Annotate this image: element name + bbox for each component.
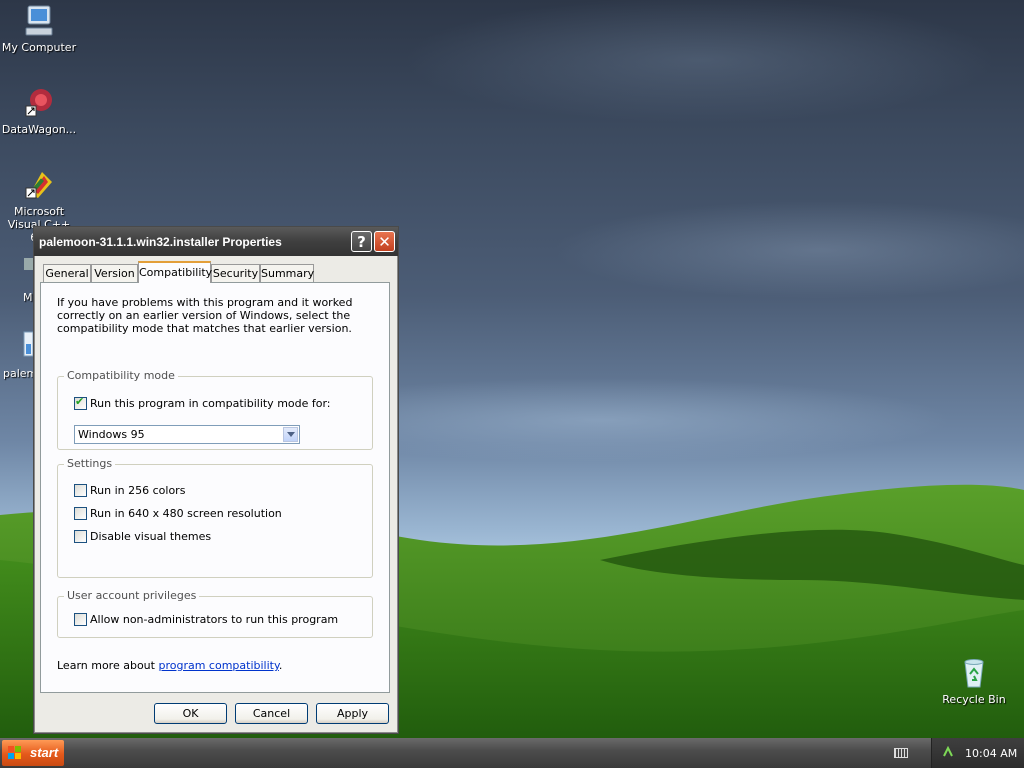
help-button[interactable]: ?: [351, 231, 372, 252]
properties-dialog: palemoon-31.1.1.win32.installer Properti…: [33, 226, 399, 734]
network-icon[interactable]: [942, 746, 954, 758]
desktop-icon-label: DataWagon...: [1, 123, 77, 136]
run-256-colors-label: Run in 256 colors: [90, 484, 186, 497]
desktop-icon-datawagon[interactable]: DataWagon...: [0, 86, 79, 136]
disable-visual-themes-checkbox[interactable]: [74, 530, 87, 543]
learn-more-prefix: Learn more about: [57, 659, 159, 672]
close-button[interactable]: ✕: [374, 231, 395, 252]
compatibility-mode-checkbox[interactable]: [74, 395, 87, 410]
settings-label: Settings: [64, 457, 116, 470]
run-640x480-checkbox[interactable]: [74, 507, 87, 520]
tab-security[interactable]: Security: [211, 264, 260, 282]
keyboard-icon[interactable]: [894, 748, 908, 758]
disable-visual-themes-label: Disable visual themes: [90, 530, 212, 543]
run-256-colors-checkbox[interactable]: [74, 484, 87, 497]
os-version-select[interactable]: Windows 95: [74, 425, 300, 444]
tab-version[interactable]: Version: [91, 264, 138, 282]
desktop-icon-recycle-bin[interactable]: Recycle Bin: [934, 656, 1014, 706]
compatibility-mode-group: Compatibility mode Run this program in c…: [57, 369, 373, 450]
program-compatibility-link[interactable]: program compatibility: [158, 659, 278, 672]
computer-icon: [22, 4, 56, 38]
desktop-icon-label: Recycle Bin: [942, 693, 1006, 706]
desktop-icon-label: My Computer: [1, 41, 77, 54]
settings-group: Settings Run in 256 colors Run in 640 x …: [57, 457, 373, 578]
windows-flag-icon: [8, 746, 21, 759]
dialog-title: palemoon-31.1.1.win32.installer Properti…: [39, 235, 282, 249]
start-button[interactable]: start: [2, 740, 64, 766]
cancel-button[interactable]: Cancel: [235, 703, 308, 724]
tab-compatibility[interactable]: Compatibility: [138, 261, 212, 283]
learn-more-text: Learn more about program compatibility.: [57, 659, 282, 672]
start-label: start: [30, 745, 59, 760]
user-privileges-group: User account privileges Allow non-admini…: [57, 589, 373, 638]
chevron-down-icon[interactable]: [283, 427, 298, 442]
system-tray: 10:04 AM: [931, 738, 1024, 768]
clock[interactable]: 10:04 AM: [965, 747, 1017, 760]
taskbar: start 10:04 AM: [0, 738, 1024, 768]
user-privileges-label: User account privileges: [64, 589, 200, 602]
datawagon-shortcut-icon: [22, 86, 56, 120]
compatibility-mode-label: Compatibility mode: [64, 369, 178, 382]
ok-button[interactable]: OK: [154, 703, 227, 724]
compatibility-panel: If you have problems with this program a…: [40, 282, 390, 693]
dialog-titlebar[interactable]: palemoon-31.1.1.win32.installer Properti…: [34, 227, 398, 256]
run-640x480-label: Run in 640 x 480 screen resolution: [90, 507, 282, 520]
compatibility-mode-checkbox-label: Run this program in compatibility mode f…: [90, 397, 331, 410]
intro-text: If you have problems with this program a…: [57, 296, 353, 335]
allow-non-admins-label: Allow non-administrators to run this pro…: [90, 613, 339, 626]
allow-non-admins-checkbox[interactable]: [74, 613, 87, 626]
visual-cpp-shortcut-icon: [22, 168, 56, 202]
tab-summary[interactable]: Summary: [260, 264, 314, 282]
learn-more-suffix: .: [278, 659, 283, 672]
apply-button[interactable]: Apply: [316, 703, 389, 724]
os-version-value: Windows 95: [78, 428, 145, 441]
recycle-bin-icon: [957, 656, 991, 690]
desktop-icon-my-computer[interactable]: My Computer: [0, 4, 79, 54]
tab-general[interactable]: General: [43, 264, 91, 282]
